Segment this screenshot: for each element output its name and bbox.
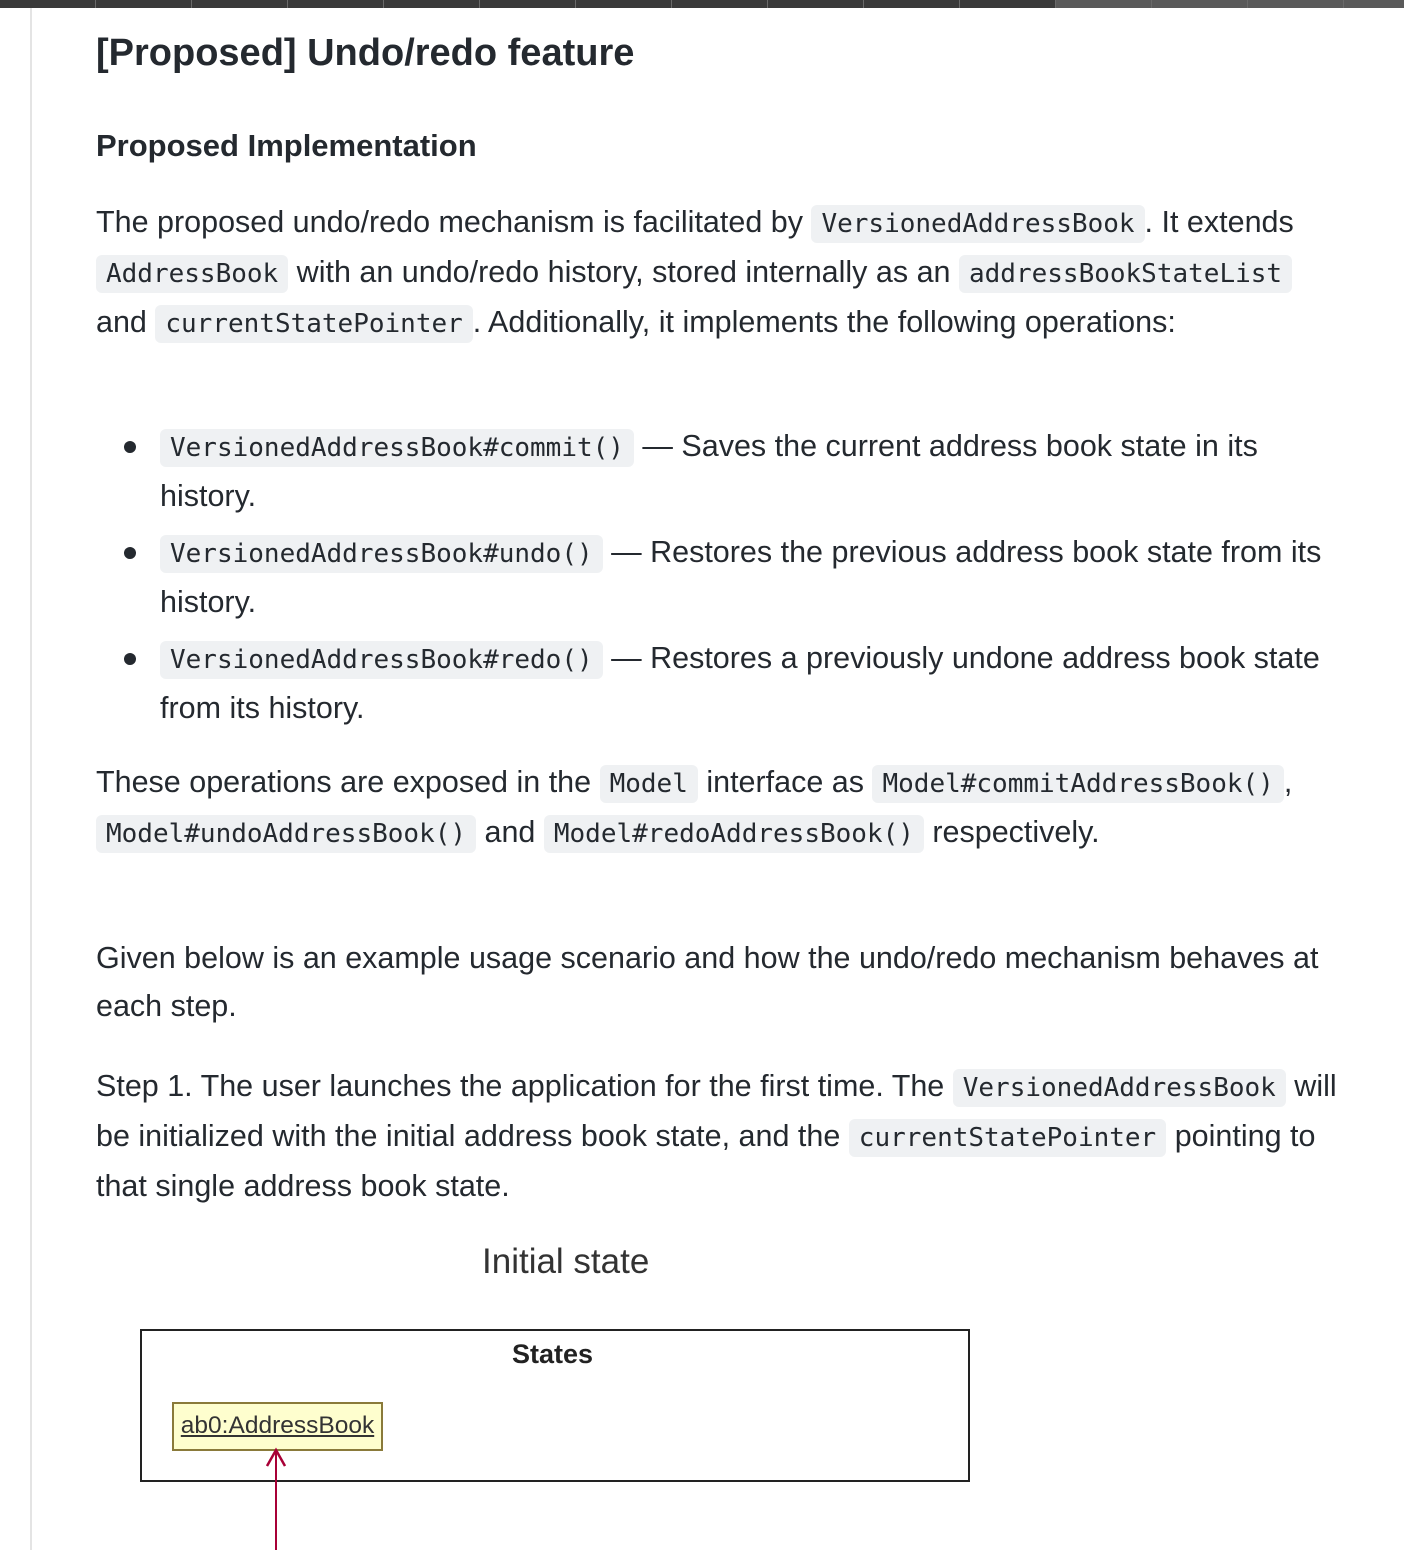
list-item: VersionedAddressBook#undo() — Restores t… [124,528,1346,626]
list-item: VersionedAddressBook#redo() — Restores a… [124,634,1346,732]
bullet-icon [124,441,136,453]
section-heading: [Proposed] Undo/redo feature [96,32,635,74]
inline-code: Model#redoAddressBook() [543,815,924,853]
inline-code: VersionedAddressBook [811,205,1145,243]
inline-code: VersionedAddressBook#undo() [160,535,603,573]
states-container: States ab0:AddressBook [140,1329,970,1482]
address-book-object: ab0:AddressBook [172,1402,383,1451]
inline-code: VersionedAddressBook [952,1069,1286,1107]
inline-code: VersionedAddressBook#commit() [160,429,634,467]
inline-code: VersionedAddressBook#redo() [160,641,603,679]
scenario-paragraph: Given below is an example usage scenario… [96,941,1319,1023]
step1-paragraph: Step 1. The user launches the applicatio… [96,1069,1337,1203]
left-margin-rule [30,8,32,1550]
states-label: States [512,1339,594,1369]
initial-state-diagram: Initial state States ab0:AddressBook [96,1236,1096,1550]
diagram-title: Initial state [482,1242,650,1281]
window-top-strip [0,0,1404,8]
subsection-heading: Proposed Implementation [96,128,477,163]
bullet-icon [124,547,136,559]
list-item: VersionedAddressBook#commit() — Saves th… [124,422,1346,520]
inline-code: currentStatePointer [848,1119,1167,1157]
inline-code: Model#commitAddressBook() [872,765,1284,803]
inline-code: currentStatePointer [155,305,473,343]
state-pointer-arrow [266,1447,286,1550]
intro-paragraph: The proposed undo/redo mechanism is faci… [96,198,1346,348]
exposed-paragraph: These operations are exposed in the Mode… [96,758,1346,858]
inline-code: addressBookStateList [959,255,1293,293]
inline-code: AddressBook [96,255,289,293]
bullet-icon [124,653,136,665]
inline-code: Model [599,765,698,803]
inline-code: Model#undoAddressBook() [96,815,477,853]
operations-list: VersionedAddressBook#commit() — Saves th… [96,422,1346,740]
